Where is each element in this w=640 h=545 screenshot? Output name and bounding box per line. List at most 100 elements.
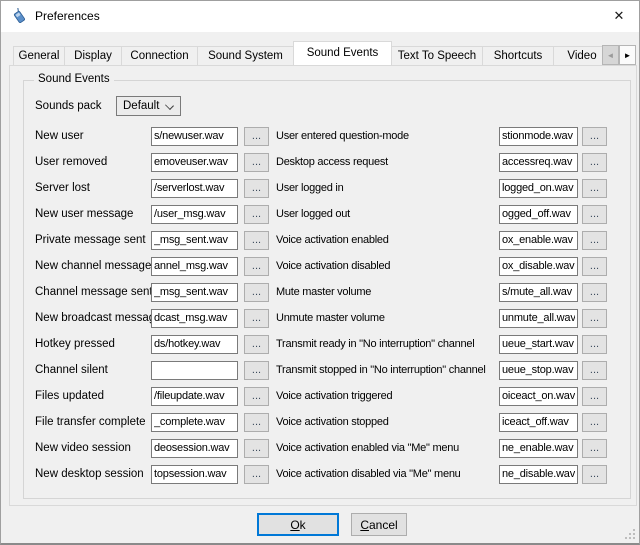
browse-button[interactable]: ... [244, 205, 269, 224]
sound-file-input[interactable] [151, 335, 238, 354]
sound-file-input[interactable] [151, 179, 238, 198]
sound-file-input[interactable] [499, 361, 578, 380]
browse-button[interactable]: ... [582, 283, 607, 302]
cancel-button[interactable]: Cancel [351, 513, 407, 536]
browse-button[interactable]: ... [244, 309, 269, 328]
table-row: Private message sent ... [35, 227, 269, 253]
event-label: Channel message sent [35, 286, 151, 298]
table-row: Desktop access request ... [276, 149, 607, 175]
table-row: User logged in ... [276, 175, 607, 201]
sound-file-input[interactable] [151, 361, 238, 380]
browse-button[interactable]: ... [582, 179, 607, 198]
tab-sound-events[interactable]: Sound Events [293, 41, 392, 65]
tab-text-to-speech[interactable]: Text To Speech [391, 46, 483, 65]
browse-button[interactable]: ... [582, 309, 607, 328]
browse-button[interactable]: ... [244, 335, 269, 354]
browse-button[interactable]: ... [582, 231, 607, 250]
sound-file-input[interactable] [151, 387, 238, 406]
sound-file-input[interactable] [499, 335, 578, 354]
browse-button[interactable]: ... [244, 413, 269, 432]
sound-file-input[interactable] [151, 205, 238, 224]
event-label: Voice activation enabled via "Me" menu [276, 442, 499, 454]
browse-button[interactable]: ... [582, 387, 607, 406]
sound-file-input[interactable] [499, 439, 578, 458]
browse-button[interactable]: ... [244, 231, 269, 250]
sound-file-input[interactable] [499, 413, 578, 432]
browse-button[interactable]: ... [582, 335, 607, 354]
sound-file-input[interactable] [499, 257, 578, 276]
sound-file-input[interactable] [499, 465, 578, 484]
browse-button[interactable]: ... [244, 153, 269, 172]
sound-file-input[interactable] [151, 309, 238, 328]
table-row: Channel message sent ... [35, 279, 269, 305]
sound-file-input[interactable] [499, 179, 578, 198]
browse-button[interactable]: ... [244, 387, 269, 406]
event-label: User entered question-mode [276, 130, 499, 142]
sound-file-input[interactable] [151, 231, 238, 250]
event-label: User logged in [276, 182, 499, 194]
browse-button[interactable]: ... [582, 413, 607, 432]
table-row: New channel message ... [35, 253, 269, 279]
table-row: Files updated ... [35, 383, 269, 409]
sound-file-input[interactable] [151, 413, 238, 432]
sound-file-input[interactable] [499, 283, 578, 302]
sound-file-input[interactable] [499, 231, 578, 250]
sound-file-input[interactable] [499, 309, 578, 328]
browse-button[interactable]: ... [582, 127, 607, 146]
event-label: Unmute master volume [276, 312, 499, 324]
sound-file-input[interactable] [499, 127, 578, 146]
browse-button[interactable]: ... [244, 179, 269, 198]
tab-sound-system[interactable]: Sound System [197, 46, 294, 65]
table-row: Transmit stopped in "No interruption" ch… [276, 357, 607, 383]
sounds-pack-select[interactable]: Default [116, 96, 181, 116]
table-row: Voice activation disabled ... [276, 253, 607, 279]
sound-file-input[interactable] [151, 153, 238, 172]
event-label: Voice activation disabled [276, 260, 499, 272]
resize-grip[interactable] [625, 529, 635, 539]
sound-file-input[interactable] [151, 257, 238, 276]
browse-button[interactable]: ... [582, 257, 607, 276]
preferences-dialog: Preferences ✕ Sound Events Sounds pack D… [0, 0, 640, 545]
sounds-pack-value: Default [123, 100, 159, 112]
table-row: New user message ... [35, 201, 269, 227]
browse-button[interactable]: ... [244, 361, 269, 380]
app-icon [11, 8, 28, 25]
browse-button[interactable]: ... [582, 153, 607, 172]
browse-button[interactable]: ... [582, 439, 607, 458]
event-label: Desktop access request [276, 156, 499, 168]
event-label: New desktop session [35, 468, 151, 480]
sound-file-input[interactable] [151, 283, 238, 302]
tab-general[interactable]: General [13, 46, 65, 65]
tab-display[interactable]: Display [64, 46, 122, 65]
event-label: Voice activation enabled [276, 234, 499, 246]
chevron-down-icon [165, 101, 174, 110]
sound-file-input[interactable] [499, 387, 578, 406]
browse-button[interactable]: ... [582, 205, 607, 224]
browse-button[interactable]: ... [244, 127, 269, 146]
event-label: File transfer complete [35, 416, 151, 428]
table-row: User entered question-mode ... [276, 123, 607, 149]
table-row: Voice activation enabled via "Me" menu .… [276, 435, 607, 461]
browse-button[interactable]: ... [244, 465, 269, 484]
sound-file-input[interactable] [151, 439, 238, 458]
tab-scroll-right-icon[interactable]: ► [619, 45, 636, 65]
browse-button[interactable]: ... [244, 283, 269, 302]
sound-file-input[interactable] [499, 153, 578, 172]
tab-scroll-left-icon[interactable]: ◄ [602, 45, 619, 65]
sound-file-input[interactable] [151, 465, 238, 484]
sound-file-input[interactable] [151, 127, 238, 146]
tab-connection[interactable]: Connection [121, 46, 198, 65]
browse-button[interactable]: ... [244, 257, 269, 276]
left-event-column: New user ... User removed ... Server los… [35, 123, 269, 487]
tab-scroll-buttons: ◄ ► [602, 45, 636, 65]
tab-shortcuts[interactable]: Shortcuts [482, 46, 554, 65]
close-icon[interactable]: ✕ [599, 1, 639, 31]
browse-button[interactable]: ... [244, 439, 269, 458]
browse-button[interactable]: ... [582, 361, 607, 380]
browse-button[interactable]: ... [582, 465, 607, 484]
sound-file-input[interactable] [499, 205, 578, 224]
titlebar[interactable]: Preferences ✕ [1, 1, 639, 32]
ok-button[interactable]: Ok [257, 513, 339, 536]
event-label: New broadcast message [35, 312, 151, 324]
event-label: Transmit ready in "No interruption" chan… [276, 338, 499, 350]
